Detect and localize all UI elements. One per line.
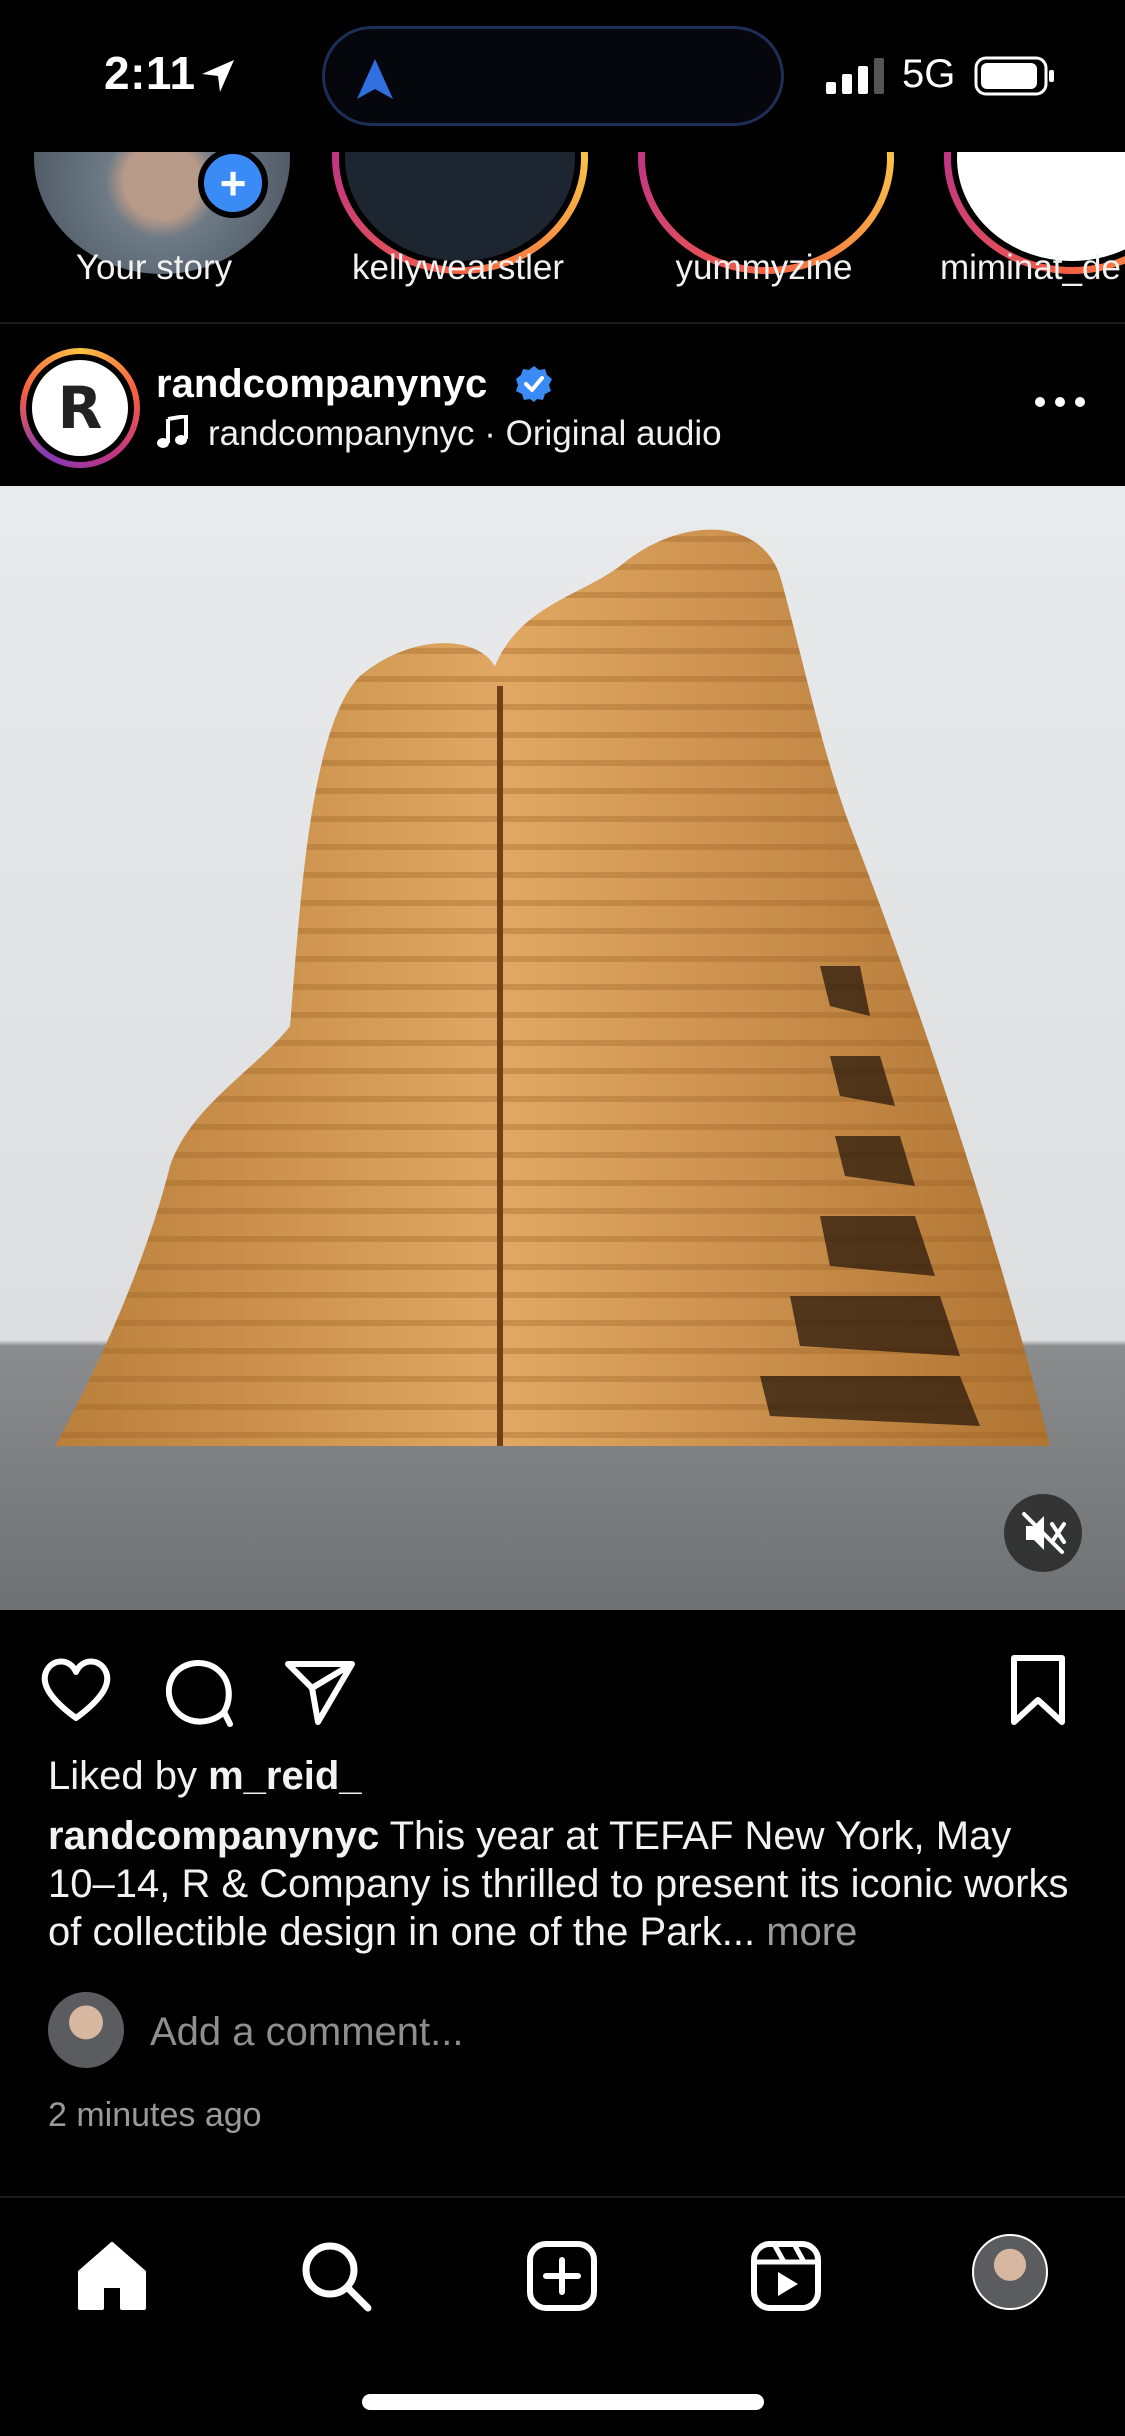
sculptural-wooden-cabinet-image [55, 529, 1050, 1446]
story-label: Your story [75, 248, 233, 287]
status-bar: 2:11 5G [0, 0, 1125, 152]
battery-icon [974, 56, 1054, 96]
mute-button[interactable] [1004, 1494, 1082, 1572]
post-header: R randcompanynyc randcompanynyc · Origin… [0, 328, 1125, 486]
current-user-avatar [48, 1992, 124, 2068]
story-your-story[interactable]: + Your story [24, 152, 290, 322]
stories-tray: + Your story kellywearstler yummyzine mi… [0, 152, 1125, 324]
post-username[interactable]: randcompanynyc [156, 362, 487, 407]
home-indicator[interactable] [362, 2394, 764, 2410]
comment-icon[interactable] [158, 1650, 238, 1730]
music-note-icon [157, 415, 188, 448]
post-media[interactable] [0, 486, 1125, 1610]
caption-more-link[interactable]: more [766, 1910, 857, 1954]
navigation-arrow-icon [357, 59, 393, 99]
post-timestamp: 2 minutes ago [48, 2096, 262, 2134]
post-caption: randcompanynyc This year at TEFAF New Yo… [48, 1812, 1088, 1956]
create-icon[interactable] [522, 2236, 602, 2316]
liked-by-user[interactable]: m_reid_ [208, 1754, 361, 1798]
story-yummyzine[interactable]: yummyzine [634, 152, 894, 322]
status-time: 2:11 [104, 47, 196, 99]
post-author-avatar[interactable]: R [20, 348, 140, 468]
r-company-logo: R [32, 360, 128, 456]
comment-input[interactable]: Add a comment... [150, 2010, 463, 2055]
audio-attribution[interactable]: randcompanynyc · Original audio [156, 414, 722, 454]
heart-icon[interactable] [36, 1650, 116, 1730]
profile-avatar[interactable] [972, 2234, 1048, 2310]
liked-prefix: Liked by [48, 1754, 209, 1798]
story-label: yummyzine [675, 248, 853, 287]
signal-icon [826, 58, 884, 94]
network-type: 5G [902, 52, 956, 96]
reels-icon[interactable] [746, 2236, 826, 2316]
speaker-muted-icon [1022, 1512, 1066, 1554]
dynamic-island[interactable] [322, 26, 784, 126]
verified-badge-icon [516, 366, 552, 402]
more-options-icon[interactable] [1030, 382, 1090, 422]
story-label: miminat_de [940, 248, 1121, 287]
location-arrow-icon [202, 60, 234, 92]
story-kellywearstler[interactable]: kellywearstler [328, 152, 588, 322]
caption-username[interactable]: randcompanynyc [48, 1814, 379, 1858]
bookmark-icon[interactable] [998, 1650, 1078, 1730]
likes-summary[interactable]: Liked by m_reid_ [48, 1754, 362, 1799]
story-miminat[interactable]: miminat_de [940, 152, 1125, 322]
home-icon[interactable] [72, 2236, 152, 2316]
story-label: kellywearstler [352, 248, 564, 287]
post-actions [0, 1640, 1125, 1740]
audio-label: randcompanynyc · Original audio [208, 414, 722, 453]
search-icon[interactable] [296, 2236, 376, 2316]
add-comment-row[interactable]: Add a comment... [48, 1992, 1078, 2072]
share-icon[interactable] [280, 1650, 360, 1730]
